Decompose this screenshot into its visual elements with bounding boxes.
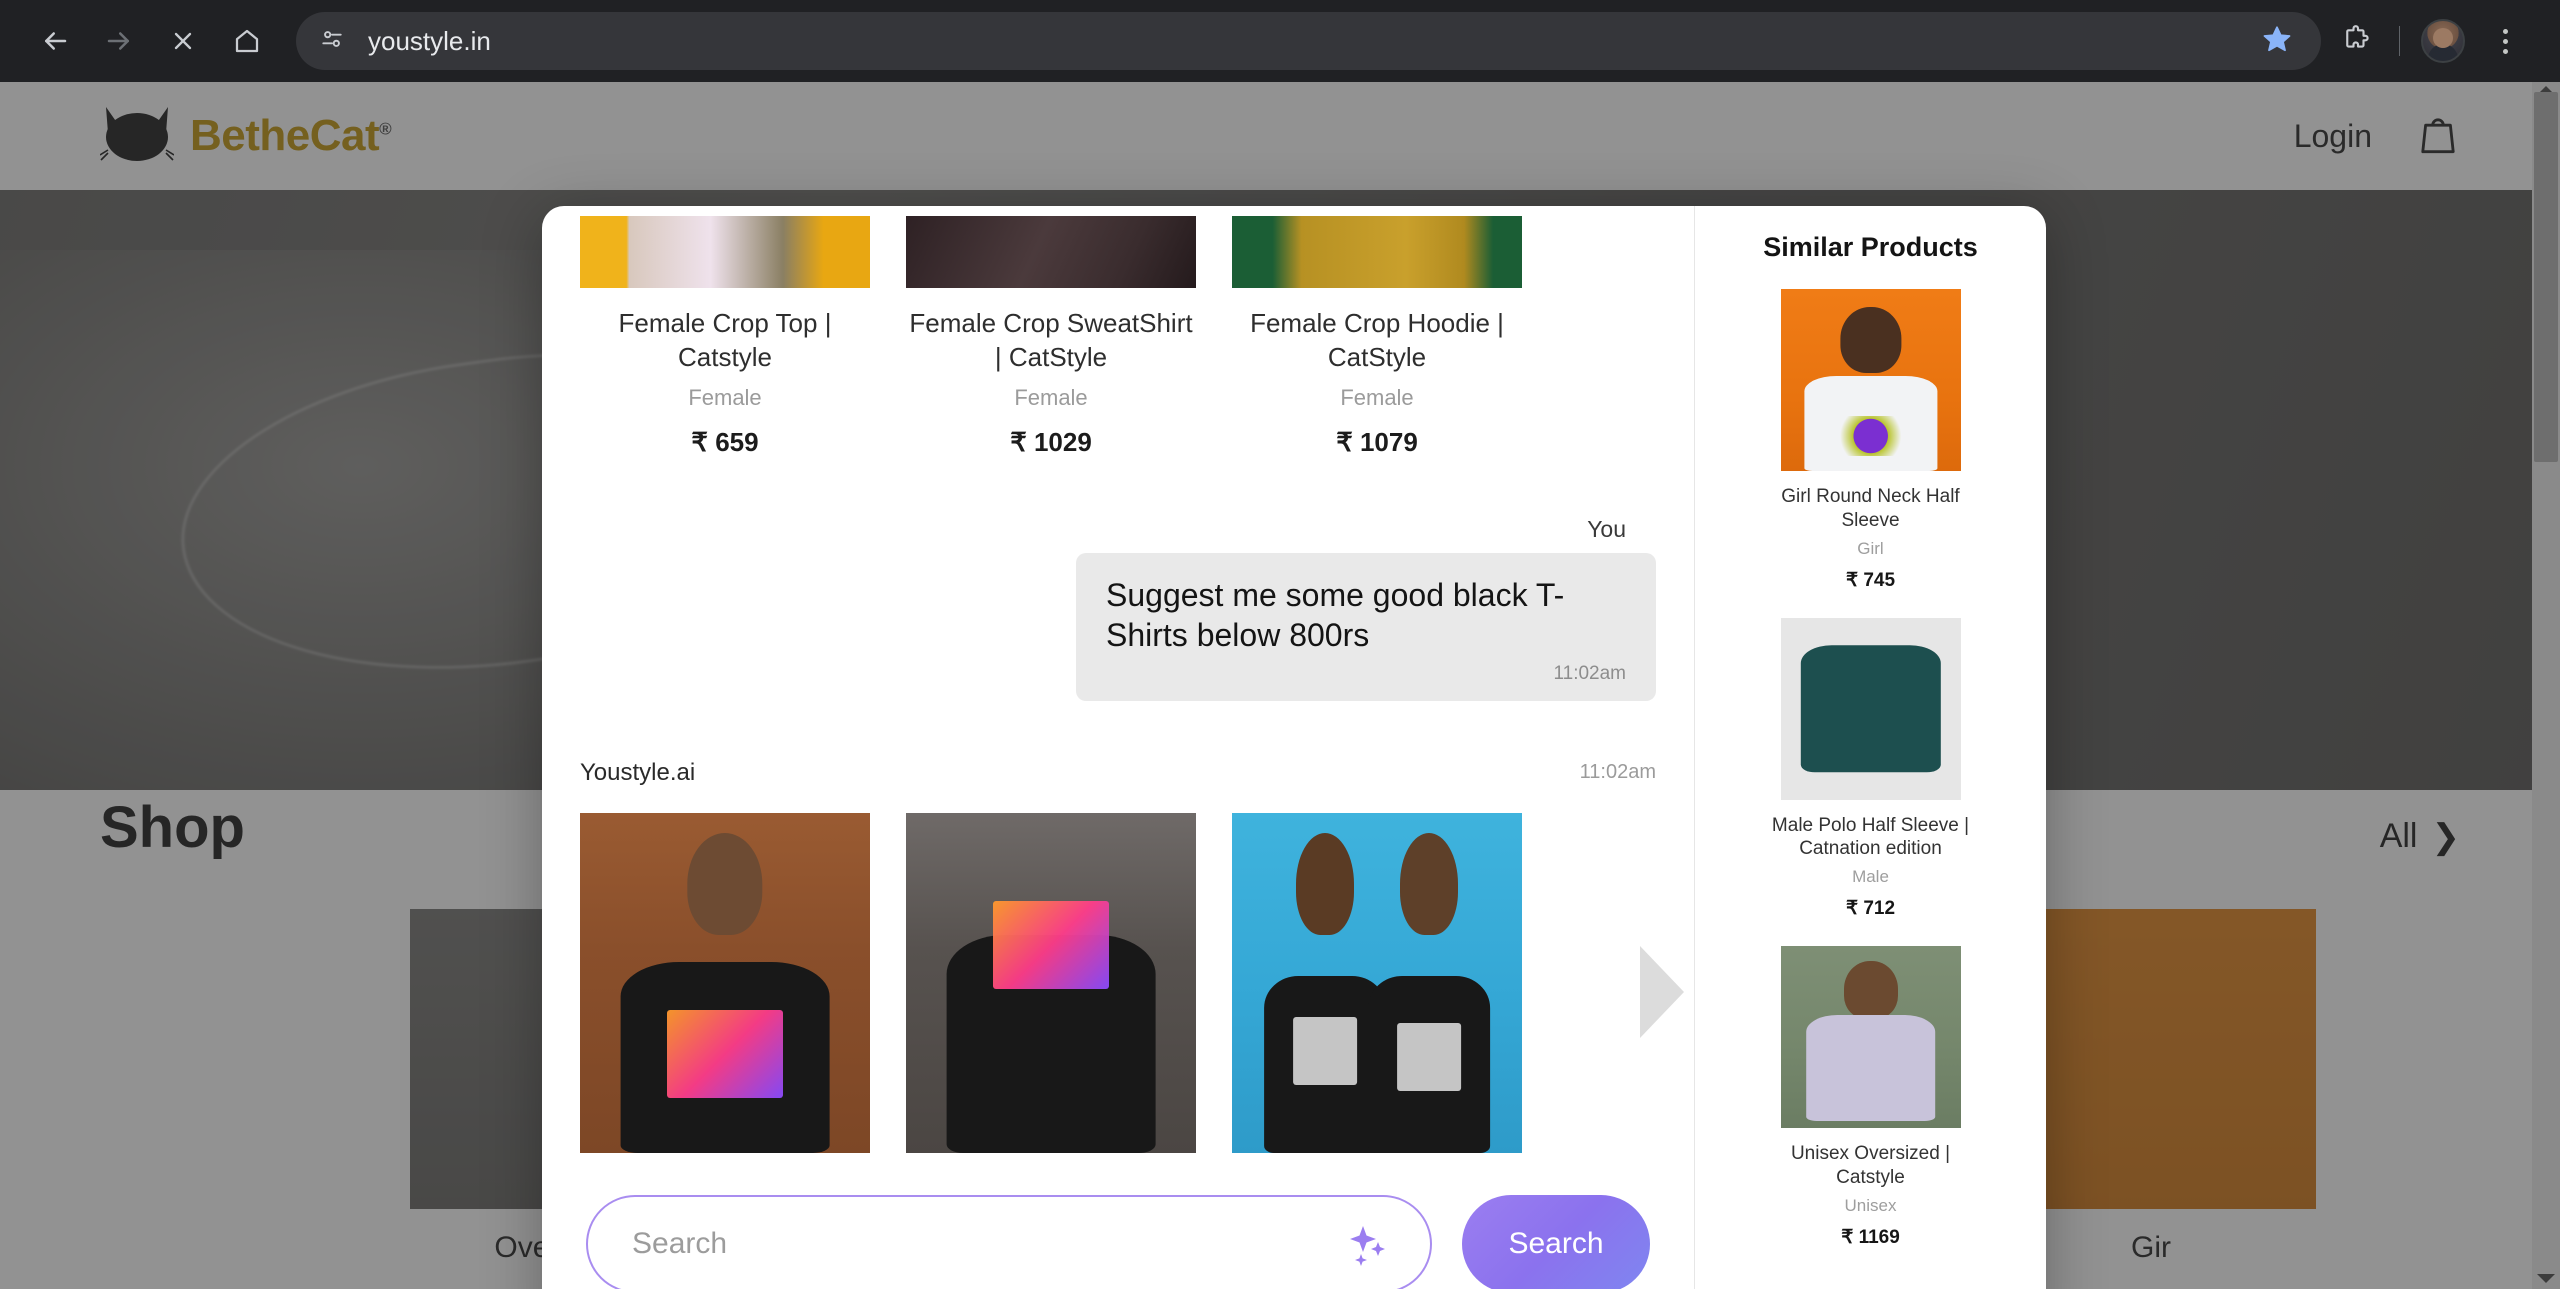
product-name: Unisex Round Neck Half Sleeve | Catsagra… [1232, 1171, 1522, 1174]
user-message-time: 11:02am [1553, 662, 1626, 684]
next-slide-arrow-icon[interactable] [1640, 946, 1684, 1038]
bot-message-time: 11:02am [1579, 761, 1656, 784]
product-results-row: Female Crop Top | Catstyle Female ₹ 659 … [580, 206, 1656, 458]
toolbar-divider [2399, 26, 2400, 56]
product-price: ₹ 1079 [1336, 426, 1418, 457]
product-name: Female Crop SweatShirt | CatStyle [909, 308, 1193, 373]
ai-assistant-modal: Female Crop Top | Catstyle Female ₹ 659 … [542, 206, 2046, 1289]
bot-product-results-row: Female Round Neck Half Sleeve | Catstyle… [580, 803, 1656, 1173]
extensions-button[interactable] [2327, 12, 2385, 70]
forward-button[interactable] [90, 12, 148, 70]
tshirt-print [1832, 416, 1909, 457]
similar-product-image [1780, 289, 1961, 471]
address-bar[interactable]: youstyle.in [296, 12, 2321, 70]
similar-product-name: Girl Round Neck Half Sleeve [1781, 486, 1960, 531]
home-button[interactable] [218, 12, 276, 70]
tshirt-print [1292, 1016, 1357, 1085]
similar-product-image [1780, 617, 1961, 800]
ai-sparkles-icon[interactable] [1340, 1216, 1396, 1272]
product-name: Female Crop Hoodie | CatStyle [1250, 308, 1504, 373]
similar-products-title: Similar Products [1763, 232, 1978, 262]
scrollbar-thumb[interactable] [2534, 92, 2558, 462]
product-card[interactable]: Female Crop Top | Catstyle Female ₹ 659 [580, 216, 870, 458]
search-bar: Search [542, 1173, 1694, 1289]
similar-product-name: Unisex Oversized | Catstyle [1790, 1143, 1951, 1188]
bookmark-button[interactable] [2249, 13, 2305, 69]
tshirt-shape [1805, 1015, 1936, 1121]
product-card[interactable]: Female Crop SweatShirt | CatStyle Female… [906, 216, 1196, 458]
scroll-down-arrow-icon[interactable] [2537, 1274, 2555, 1283]
tshirt-print [667, 1009, 783, 1099]
similar-product-price: ₹ 745 [1845, 569, 1896, 591]
toolbar-actions [2327, 12, 2534, 70]
similar-product-gender: Male [1852, 867, 1889, 886]
product-card[interactable]: Female Round Neck Half Sleeve | Catstyle… [580, 812, 870, 1174]
profile-button[interactable] [2414, 12, 2472, 70]
forward-arrow-icon [104, 26, 134, 56]
model-figure [687, 833, 763, 936]
extensions-puzzle-icon [2341, 24, 2371, 59]
url-text: youstyle.in [368, 25, 491, 56]
similar-product-price: ₹ 712 [1845, 898, 1896, 919]
product-card[interactable]: Unisex Round Neck Half Sleeve | Catsagra… [1232, 812, 1522, 1174]
site-settings-button[interactable] [310, 19, 354, 63]
product-card[interactable]: Male Round Neck Half Sleeve | Catflicks … [906, 812, 1196, 1174]
product-image [1232, 216, 1522, 288]
user-message-label: You [1587, 515, 1626, 542]
modal-chat-panel: Female Crop Top | Catstyle Female ₹ 659 … [542, 206, 1694, 1289]
product-image [906, 812, 1196, 1153]
home-icon [232, 26, 262, 56]
similar-product-item[interactable]: Girl Round Neck Half Sleeve Girl ₹ 745 [1717, 289, 2024, 592]
search-button[interactable]: Search [1462, 1195, 1650, 1289]
profile-avatar-icon [2421, 19, 2465, 63]
search-field-wrapper[interactable] [586, 1195, 1432, 1289]
back-arrow-icon [40, 26, 70, 56]
bot-message-header: Youstyle.ai 11:02am [580, 759, 1656, 787]
similar-product-gender: Girl [1857, 538, 1884, 558]
similar-product-item[interactable]: Unisex Oversized | Catstyle Unisex ₹ 116… [1717, 946, 2024, 1249]
bot-name: Youstyle.ai [580, 758, 696, 786]
product-name: Male Round Neck Half Sleeve | Catflicks … [906, 1171, 1196, 1174]
product-name: Female Round Neck Half Sleeve | Catstyle… [580, 1171, 870, 1174]
product-image [906, 216, 1196, 288]
chat-scroll-area[interactable]: Female Crop Top | Catstyle Female ₹ 659 … [542, 206, 1694, 1173]
product-image [580, 812, 870, 1153]
product-gender: Female [1014, 384, 1088, 410]
model-figure [1400, 833, 1459, 936]
similar-product-image [1780, 946, 1961, 1128]
user-message: You Suggest me some good black T-Shirts … [580, 516, 1656, 701]
similar-product-gender: Unisex [1844, 1195, 1897, 1215]
product-gender: Female [1340, 384, 1414, 410]
product-name: Female Crop Top | Catstyle [618, 308, 832, 373]
star-icon [2262, 24, 2292, 59]
user-message-bubble: Suggest me some good black T-Shirts belo… [1076, 552, 1656, 701]
back-button[interactable] [26, 12, 84, 70]
similar-product-name: Male Polo Half Sleeve | Catnation editio… [1771, 814, 1970, 860]
stop-loading-icon [169, 27, 197, 55]
model-figure [1843, 960, 1898, 1019]
product-price: ₹ 659 [691, 426, 759, 457]
search-input[interactable] [632, 1227, 1340, 1261]
tshirt-print [1397, 1023, 1462, 1092]
similar-product-price: ₹ 1169 [1841, 1226, 1900, 1248]
product-gender: Female [688, 384, 762, 410]
model-figure [1839, 307, 1902, 373]
model-figure [1295, 833, 1354, 936]
similar-products-sidebar[interactable]: Similar Products Girl Round Neck Half Sl… [1694, 206, 2046, 1289]
product-card[interactable]: Female Crop Hoodie | CatStyle Female ₹ 1… [1232, 216, 1522, 458]
stop-loading-button[interactable] [154, 12, 212, 70]
tshirt-print [993, 901, 1109, 990]
product-price: ₹ 1029 [1010, 426, 1092, 457]
three-dot-menu-icon [2502, 28, 2508, 54]
page-viewport: BetheCat® Login Shop All ❯ [0, 82, 2560, 1289]
polo-shirt-shape [1800, 644, 1941, 773]
product-image [1232, 812, 1522, 1153]
browser-toolbar: youstyle.in [0, 0, 2560, 82]
product-image [580, 216, 870, 288]
similar-product-item[interactable]: Male Polo Half Sleeve | Catnation editio… [1717, 617, 2024, 921]
site-settings-icon [319, 26, 345, 57]
user-message-text: Suggest me some good black T-Shirts belo… [1106, 576, 1565, 653]
browser-menu-button[interactable] [2476, 12, 2534, 70]
page-scrollbar[interactable] [2532, 82, 2560, 1289]
